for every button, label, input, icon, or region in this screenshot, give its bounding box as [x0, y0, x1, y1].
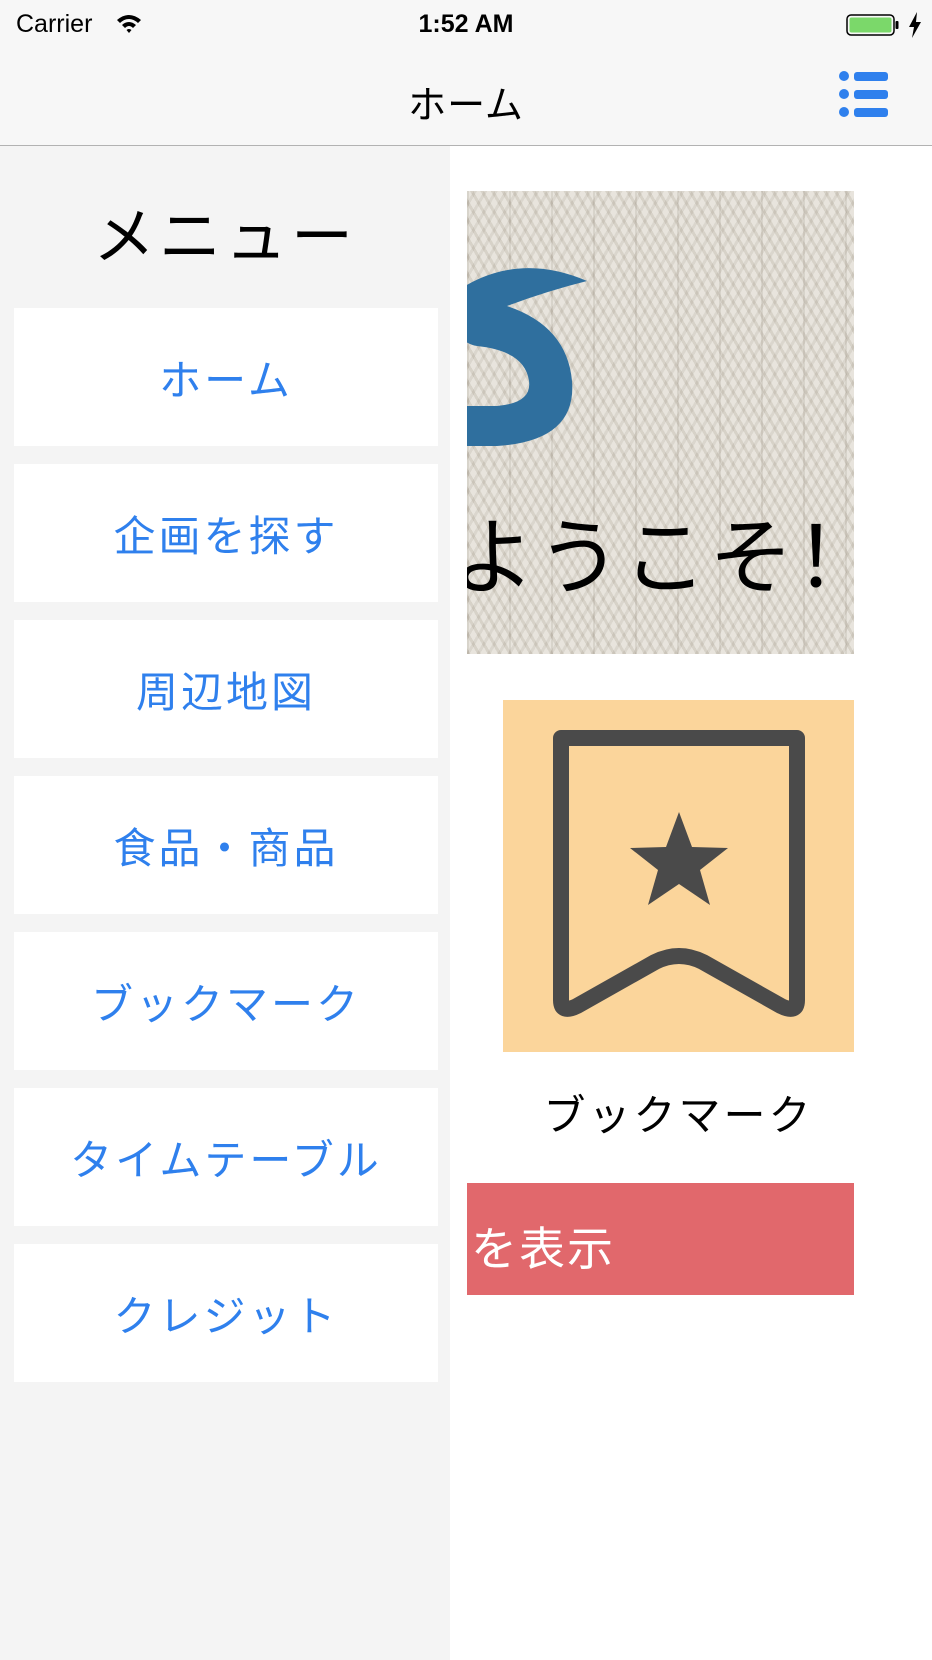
- menu-title: メニュー: [92, 200, 357, 273]
- menu-item-area-map[interactable]: 周辺地図: [14, 620, 438, 758]
- battery-icon: [846, 14, 900, 36]
- menu-item-search-projects[interactable]: 企画を探す: [14, 464, 438, 602]
- menu-item-bookmark[interactable]: ブックマーク: [14, 932, 438, 1070]
- side-menu: メニュー ホーム 企画を探す 周辺地図 食品・商品 ブックマーク タイムテーブル…: [0, 146, 450, 1660]
- menu-item-home[interactable]: ホーム: [14, 308, 438, 446]
- list-icon[interactable]: [838, 70, 890, 118]
- navigation-bar: ホーム: [0, 50, 932, 146]
- bookmark-star-icon: [553, 730, 805, 1017]
- menu-item-food-goods[interactable]: 食品・商品: [14, 776, 438, 914]
- welcome-banner: ようこそ！: [467, 191, 854, 654]
- charging-icon: [908, 12, 922, 38]
- page-title: ホーム: [408, 83, 524, 127]
- menu-item-credits[interactable]: クレジット: [14, 1244, 438, 1382]
- welcome-text: ようこそ！: [467, 509, 854, 607]
- status-bar: Carrier 1:52 AM: [0, 0, 932, 50]
- menu-item-timetable[interactable]: タイムテーブル: [14, 1088, 438, 1226]
- show-button-label: を表示: [471, 1222, 615, 1276]
- bookmark-caption: ブックマーク: [543, 1091, 814, 1140]
- status-time: 1:52 AM: [418, 10, 514, 38]
- bookmark-tile[interactable]: [503, 700, 854, 1052]
- logo-icon: [467, 268, 587, 446]
- show-button[interactable]: を表示: [467, 1183, 854, 1295]
